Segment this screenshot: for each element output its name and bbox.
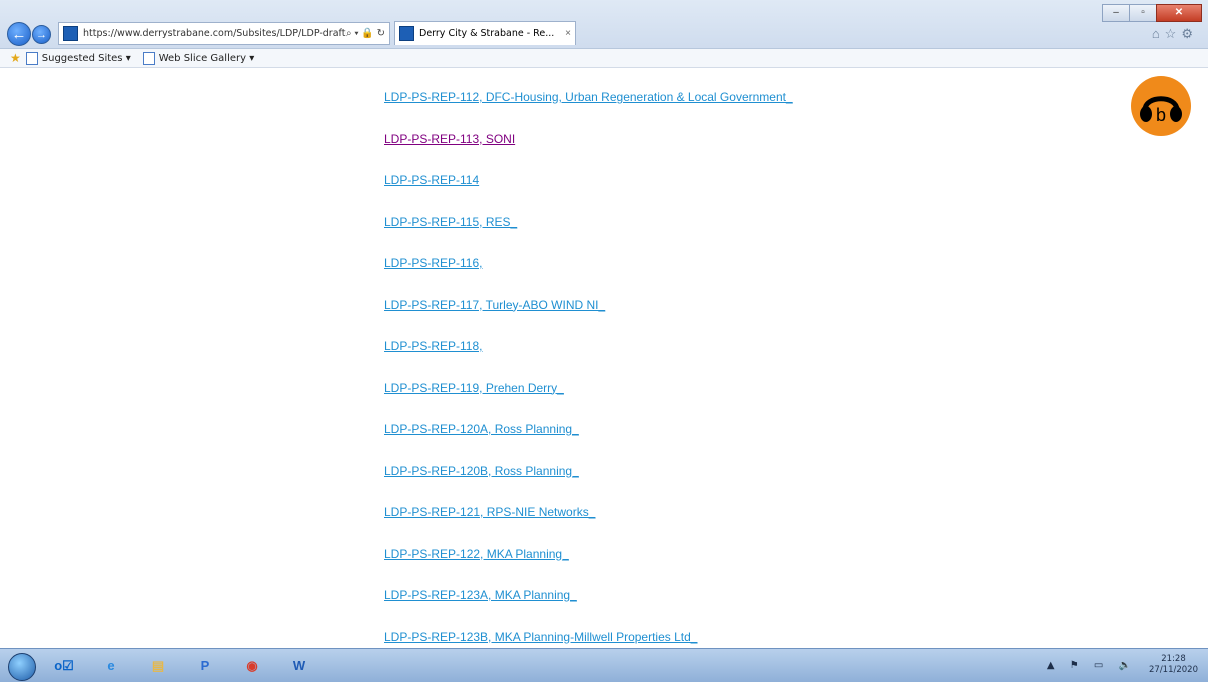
document-link[interactable]: LDP-PS-REP-120B, Ross Planning_ (384, 464, 579, 478)
favorites-item-web-slice-gallery[interactable]: Web Slice Gallery ▾ (142, 51, 255, 65)
clock-time: 21:28 (1161, 654, 1186, 664)
powerpoint-icon[interactable]: P (185, 652, 225, 679)
site-favicon-icon (63, 26, 78, 41)
list-item: LDP-PS-REP-119, Prehen Derry_ (384, 381, 793, 423)
document-link[interactable]: LDP-PS-REP-112, DFC-Housing, Urban Regen… (384, 90, 793, 104)
start-button[interactable] (8, 653, 36, 681)
document-link[interactable]: LDP-PS-REP-113, SONI (384, 132, 515, 146)
list-item: LDP-PS-REP-121, RPS-NIE Networks_ (384, 505, 793, 547)
address-bar-icons[interactable]: ⌕ ▾ 🔒 ↻ (346, 28, 389, 39)
tray-icons[interactable]: ▲ ⚑ ▭ 🔈 (1047, 660, 1137, 671)
document-link[interactable]: LDP-PS-REP-116, (384, 256, 482, 270)
minimize-button[interactable]: – (1102, 4, 1130, 22)
document-link[interactable]: LDP-PS-REP-119, Prehen Derry_ (384, 381, 564, 395)
system-tray: ▲ ⚑ ▭ 🔈 21:28 27/11/2020 (1047, 654, 1198, 676)
audio-reader-button[interactable]: b (1131, 76, 1191, 136)
favorites-item-suggested-sites[interactable]: Suggested Sites ▾ (25, 51, 131, 65)
word-icon[interactable]: W (279, 652, 319, 679)
list-item: LDP-PS-REP-112, DFC-Housing, Urban Regen… (384, 90, 793, 132)
file-explorer-icon[interactable]: ▤ (138, 652, 178, 679)
url-text[interactable]: https://www.derrystrabane.com/Subsites/L… (83, 28, 346, 39)
list-item: LDP-PS-REP-115, RES_ (384, 215, 793, 257)
document-link-list: LDP-PS-REP-112, DFC-Housing, Urban Regen… (384, 90, 793, 671)
tab-favicon-icon (399, 26, 414, 41)
list-item: LDP-PS-REP-120A, Ross Planning_ (384, 422, 793, 464)
list-item: LDP-PS-REP-118, (384, 339, 793, 381)
list-item: LDP-PS-REP-113, SONI (384, 132, 793, 174)
browser-chrome: ← → https://www.derrystrabane.com/Subsit… (0, 0, 1208, 49)
maximize-button[interactable]: ▫ (1129, 4, 1157, 22)
favorites-bar: ★ Suggested Sites ▾ Web Slice Gallery ▾ (0, 49, 1208, 68)
clock[interactable]: 21:28 27/11/2020 (1149, 654, 1198, 676)
list-item: LDP-PS-REP-117, Turley-ABO WIND NI_ (384, 298, 793, 340)
page-icon (25, 51, 38, 65)
list-item: LDP-PS-REP-116, (384, 256, 793, 298)
document-link[interactable]: LDP-PS-REP-120A, Ross Planning_ (384, 422, 579, 436)
outlook-icon[interactable]: o☑ (44, 652, 84, 679)
document-link[interactable]: LDP-PS-REP-123A, MKA Planning_ (384, 588, 577, 602)
chrome-icon[interactable]: ◉ (232, 652, 272, 679)
page-content: LDP-PS-REP-112, DFC-Housing, Urban Regen… (0, 68, 1208, 648)
document-link[interactable]: LDP-PS-REP-121, RPS-NIE Networks_ (384, 505, 595, 519)
address-bar[interactable]: https://www.derrystrabane.com/Subsites/L… (58, 22, 390, 45)
taskbar: o☑ e ▤ P ◉ W ▲ ⚑ ▭ 🔈 21:28 27/11/2020 (0, 648, 1208, 682)
forward-button[interactable]: → (32, 25, 51, 44)
browser-tab[interactable]: Derry City & Strabane - Re... × (394, 21, 576, 45)
list-item: LDP-PS-REP-114 (384, 173, 793, 215)
tab-title: Derry City & Strabane - Re... (419, 28, 555, 39)
internet-explorer-icon[interactable]: e (91, 652, 131, 679)
list-item: LDP-PS-REP-122, MKA Planning_ (384, 547, 793, 589)
close-button[interactable]: ✕ (1156, 4, 1202, 22)
back-button[interactable]: ← (7, 22, 31, 46)
document-link[interactable]: LDP-PS-REP-117, Turley-ABO WIND NI_ (384, 298, 605, 312)
clock-date: 27/11/2020 (1149, 665, 1198, 675)
document-link[interactable]: LDP-PS-REP-115, RES_ (384, 215, 517, 229)
document-link[interactable]: LDP-PS-REP-118, (384, 339, 482, 353)
document-link[interactable]: LDP-PS-REP-122, MKA Planning_ (384, 547, 569, 561)
document-link[interactable]: LDP-PS-REP-114 (384, 173, 479, 187)
tab-close-icon[interactable]: × (561, 28, 575, 39)
document-link[interactable]: LDP-PS-REP-123B, MKA Planning-Millwell P… (384, 630, 697, 644)
list-item: LDP-PS-REP-120B, Ross Planning_ (384, 464, 793, 506)
svg-text:b: b (1156, 105, 1166, 125)
page-icon (142, 51, 155, 65)
favorites-item-label: Suggested Sites ▾ (41, 52, 131, 64)
headphones-icon: b (1140, 96, 1182, 125)
list-item: LDP-PS-REP-123A, MKA Planning_ (384, 588, 793, 630)
favorites-item-label: Web Slice Gallery ▾ (158, 52, 255, 64)
favorites-star-icon[interactable]: ★ (10, 51, 21, 65)
home-favorites-tools-icons[interactable]: ⌂☆⚙ (1152, 26, 1198, 42)
window-controls: – ▫ ✕ (1102, 4, 1202, 22)
